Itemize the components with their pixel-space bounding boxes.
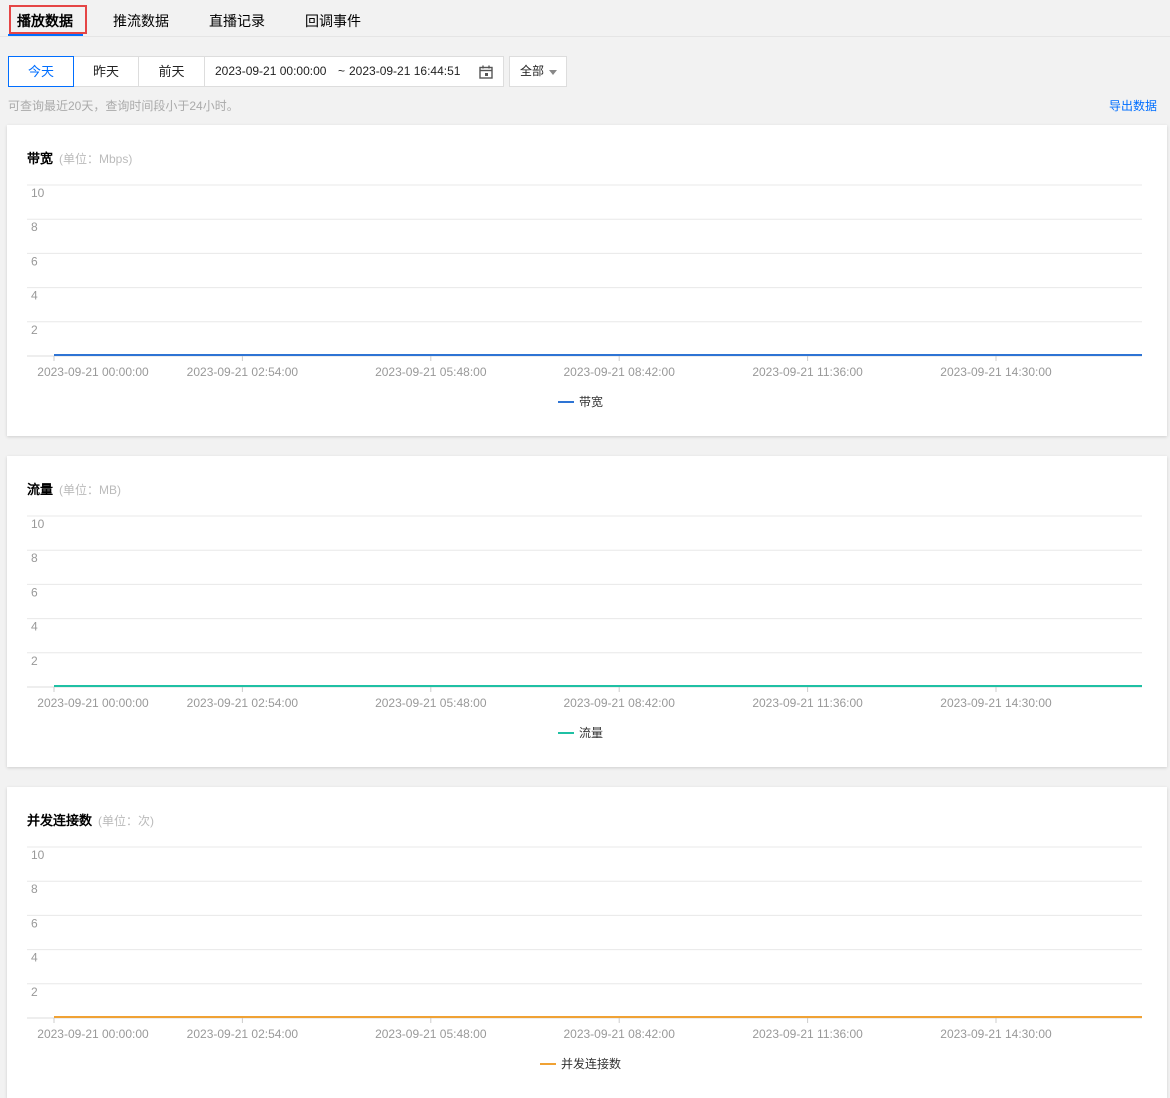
active-tab-underline xyxy=(8,34,83,36)
scope-select[interactable]: 全部 xyxy=(509,56,567,87)
y-tick-label: 8 xyxy=(31,551,38,565)
connections-chart: 10 8 6 4 2 2023-09-21 00:00:00 2023-09-21 02:5… xyxy=(27,846,1142,1041)
chevron-down-icon xyxy=(549,70,557,75)
x-tick-label: 2023-09-21 05:48:00 xyxy=(375,1027,487,1041)
chart-legend[interactable]: 带宽 xyxy=(558,393,603,410)
calendar-icon xyxy=(479,65,493,79)
traffic-chart-card: 流量 (单位：MB) 10 8 6 4 2 2023-09-21 00:00:00 2023-… xyxy=(7,456,1167,767)
x-tick-label: 2023-09-21 00:00:00 xyxy=(37,1027,149,1041)
legend-label: 并发连接数 xyxy=(561,1057,622,1071)
y-tick-label: 2 xyxy=(31,654,38,668)
x-tick-label: 2023-09-21 14:30:00 xyxy=(940,365,1052,379)
x-tick-label: 2023-09-21 08:42:00 xyxy=(563,365,675,379)
bandwidth-chart: 10 8 6 4 2 2023-09-21 00:00:00 2023-09-21 02:5… xyxy=(27,184,1142,379)
y-tick-label: 4 xyxy=(31,951,38,965)
y-tick-label: 6 xyxy=(31,916,38,930)
x-tick-label: 2023-09-21 05:48:00 xyxy=(375,696,487,710)
tab-live-records[interactable]: 直播记录 xyxy=(209,0,265,37)
chart-legend[interactable]: 并发连接数 xyxy=(540,1055,621,1072)
bandwidth-chart-card: 带宽 (单位：Mbps) 10 8 6 4 2 2023-09-21 00:00:00 202… xyxy=(7,125,1167,436)
range-separator: ~ xyxy=(338,64,346,78)
connections-chart-card: 并发连接数 (单位：次) 10 8 6 4 2 2023-09-21 00:00:00 202… xyxy=(7,787,1167,1098)
x-tick-label: 2023-09-21 14:30:00 xyxy=(940,696,1052,710)
y-tick-label: 4 xyxy=(31,620,38,634)
x-tick-label: 2023-09-21 02:54:00 xyxy=(187,365,299,379)
x-tick-label: 2023-09-21 05:48:00 xyxy=(375,365,487,379)
legend-swatch xyxy=(540,1062,556,1065)
tab-callback-events[interactable]: 回调事件 xyxy=(305,0,361,37)
x-tick-label: 2023-09-21 02:54:00 xyxy=(187,696,299,710)
y-tick-label: 6 xyxy=(31,254,38,268)
y-tick-label: 8 xyxy=(31,882,38,896)
range-day-before-button[interactable]: 前天 xyxy=(138,56,205,87)
range-today-button[interactable]: 今天 xyxy=(8,56,74,87)
x-tick-label: 2023-09-21 00:00:00 xyxy=(37,696,149,710)
x-tick-label: 2023-09-21 08:42:00 xyxy=(563,1027,675,1041)
traffic-chart: 10 8 6 4 2 2023-09-21 00:00:00 2023-09-21 02:5… xyxy=(27,515,1142,710)
y-tick-label: 10 xyxy=(31,186,45,200)
legend-swatch xyxy=(558,400,574,403)
date-range-picker[interactable]: 2023-09-21 00:00:00 ~ 2023-09-21 16:44:5… xyxy=(204,56,504,87)
range-start-value: 2023-09-21 00:00:00 xyxy=(215,64,327,78)
legend-label: 带宽 xyxy=(579,395,604,409)
x-tick-label: 2023-09-21 08:42:00 xyxy=(563,696,675,710)
tab-push-stream-data[interactable]: 推流数据 xyxy=(113,0,169,37)
y-tick-label: 10 xyxy=(31,517,45,531)
range-yesterday-button[interactable]: 昨天 xyxy=(73,56,139,87)
x-tick-label: 2023-09-21 11:36:00 xyxy=(752,1027,863,1041)
tab-bar: 播放数据 推流数据 直播记录 回调事件 xyxy=(0,0,1170,37)
range-end-value: 2023-09-21 16:44:51 xyxy=(349,64,461,78)
legend-label: 流量 xyxy=(579,726,604,740)
y-tick-label: 2 xyxy=(31,985,38,999)
export-data-link[interactable]: 导出数据 xyxy=(1109,97,1157,114)
x-tick-label: 2023-09-21 14:30:00 xyxy=(940,1027,1052,1041)
x-tick-label: 2023-09-21 00:00:00 xyxy=(37,365,149,379)
scope-select-value: 全部 xyxy=(520,64,545,78)
query-hint: 可查询最近20天，查询时间段小于24小时。 xyxy=(8,99,239,113)
x-tick-label: 2023-09-21 02:54:00 xyxy=(187,1027,299,1041)
y-tick-label: 8 xyxy=(31,220,38,234)
legend-swatch xyxy=(558,731,574,734)
x-tick-label: 2023-09-21 11:36:00 xyxy=(752,696,863,710)
y-tick-label: 2 xyxy=(31,323,38,337)
y-tick-label: 4 xyxy=(31,289,38,303)
y-tick-label: 10 xyxy=(31,848,45,862)
chart-legend[interactable]: 流量 xyxy=(558,724,603,741)
x-tick-label: 2023-09-21 11:36:00 xyxy=(752,365,863,379)
active-tab-highlight xyxy=(9,5,87,34)
y-tick-label: 6 xyxy=(31,585,38,599)
